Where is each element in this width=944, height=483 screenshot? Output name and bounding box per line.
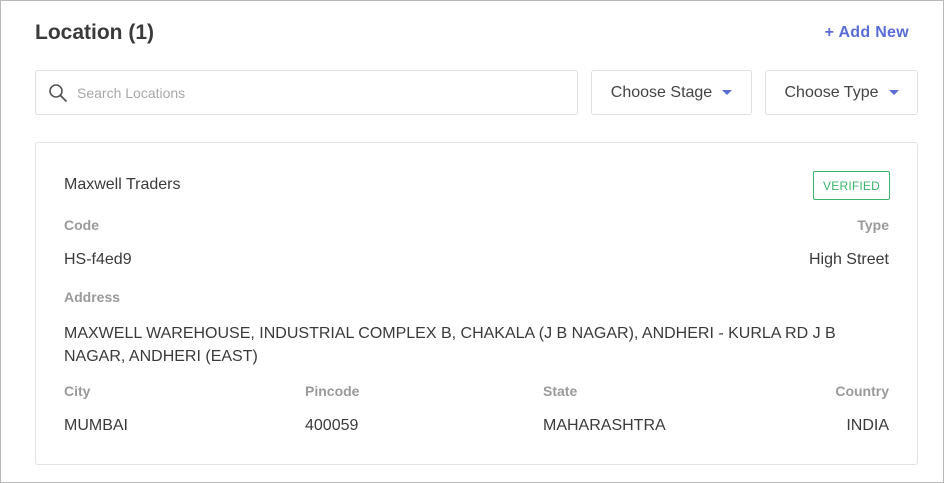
city-value: MUMBAI xyxy=(64,417,128,434)
country-label: Country xyxy=(835,383,889,399)
code-label: Code xyxy=(64,217,99,233)
pincode-label: Pincode xyxy=(305,383,360,399)
city-label: City xyxy=(64,383,91,399)
location-name: Maxwell Traders xyxy=(64,176,181,193)
type-dropdown[interactable]: Choose Type xyxy=(765,70,918,115)
caret-down-icon xyxy=(722,90,733,95)
search-box[interactable] xyxy=(35,70,578,115)
address-value: MAXWELL WAREHOUSE, INDUSTRIAL COMPLEX B,… xyxy=(64,325,836,365)
address-label: Address xyxy=(64,289,121,305)
state-label: State xyxy=(543,383,578,399)
stage-dropdown[interactable]: Choose Stage xyxy=(591,70,752,115)
pincode-value: 400059 xyxy=(305,417,359,434)
type-value: High Street xyxy=(808,251,889,268)
page-title: Location (1) xyxy=(35,21,154,44)
state-value: MAHARASHTRA xyxy=(543,417,666,434)
type-dropdown-label: Choose Type xyxy=(784,83,879,101)
stage-dropdown-label: Choose Stage xyxy=(610,83,713,101)
type-label: Type xyxy=(857,217,889,233)
status-badge: VERIFIED xyxy=(813,171,890,200)
search-icon xyxy=(49,83,67,102)
search-input[interactable] xyxy=(77,71,577,114)
caret-down-icon xyxy=(888,90,899,95)
code-value: HS-f4ed9 xyxy=(64,251,132,268)
country-value: INDIA xyxy=(846,417,889,434)
location-panel: Location (1) + Add New Choose Stage Choo… xyxy=(0,0,944,483)
add-new-button[interactable]: + Add New xyxy=(825,24,909,42)
location-card[interactable]: Maxwell Traders VERIFIED Code HS-f4ed9 T… xyxy=(35,142,918,465)
